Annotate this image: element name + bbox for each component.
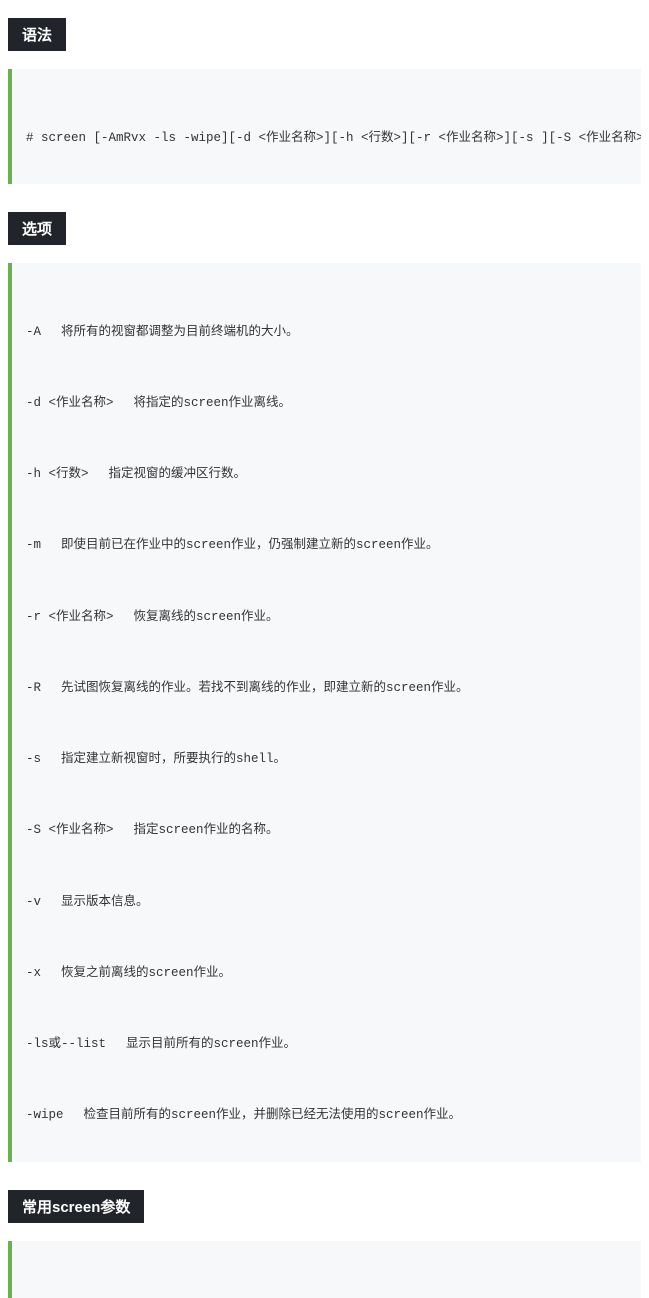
section-heading-common: 常用screen参数 [8, 1190, 144, 1223]
codeblock-options: -A 将所有的视窗都调整为目前终端机的大小。 -d <作业名称> 将指定的scr… [8, 263, 641, 1162]
code-line: -ls或--list 显示目前所有的screen作业。 [26, 1033, 627, 1057]
code-line: -R 先试图恢复离线的作业。若找不到离线的作业，即建立新的screen作业。 [26, 677, 627, 701]
codeblock-common: screen -S yourname -> 新建一个叫yourname的sess… [8, 1241, 641, 1298]
code-line: -r <作业名称> 恢复离线的screen作业。 [26, 606, 627, 630]
code-line: -v 显示版本信息。 [26, 891, 627, 915]
code-line: -S <作业名称> 指定screen作业的名称。 [26, 819, 627, 843]
code-line: -d <作业名称> 将指定的screen作业离线。 [26, 392, 627, 416]
code-line: -wipe 检查目前所有的screen作业，并删除已经无法使用的screen作业… [26, 1104, 627, 1128]
code-line: # screen [-AmRvx -ls -wipe][-d <作业名称>][-… [26, 127, 627, 151]
code-line: -m 即使目前已在作业中的screen作业，仍强制建立新的screen作业。 [26, 534, 627, 558]
code-line: -s 指定建立新视窗时，所要执行的shell。 [26, 748, 627, 772]
code-line: -A 将所有的视窗都调整为目前终端机的大小。 [26, 321, 627, 345]
code-line: -h <行数> 指定视窗的缓冲区行数。 [26, 463, 627, 487]
section-heading-syntax: 语法 [8, 18, 66, 51]
code-line: -x 恢复之前离线的screen作业。 [26, 962, 627, 986]
section-heading-options: 选项 [8, 212, 66, 245]
codeblock-syntax: # screen [-AmRvx -ls -wipe][-d <作业名称>][-… [8, 69, 641, 184]
